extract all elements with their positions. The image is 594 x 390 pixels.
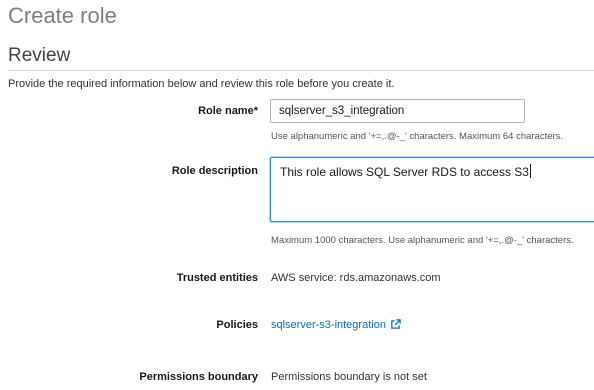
role-name-label-text: Role name <box>198 105 254 117</box>
role-description-hint: Maximum 1000 characters. Use alphanumeri… <box>271 235 574 246</box>
intro-text: Provide the required information below a… <box>8 78 395 90</box>
policy-link-text: sqlserver-s3-integration <box>271 319 386 331</box>
policy-link[interactable]: sqlserver-s3-integration <box>271 319 401 333</box>
permissions-boundary-value: Permissions boundary is not set <box>271 371 427 383</box>
page-title: Create role <box>8 3 117 28</box>
trusted-entities-label: Trusted entities <box>176 272 258 284</box>
required-marker: * <box>253 105 258 117</box>
policies-label: Policies <box>216 319 258 331</box>
trusted-entities-value: AWS service: rds.amazonaws.com <box>271 272 441 284</box>
role-description-label: Role description <box>171 165 258 177</box>
role-description-textarea[interactable]: This role allows SQL Server RDS to acces… <box>270 157 594 222</box>
role-description-value: This role allows SQL Server RDS to acces… <box>280 165 529 179</box>
section-divider <box>8 70 594 71</box>
section-title: Review <box>8 45 71 66</box>
role-name-hint: Use alphanumeric and '+=,.@-_' character… <box>271 131 564 142</box>
permissions-boundary-label: Permissions boundary <box>139 371 258 383</box>
text-caret <box>529 164 531 178</box>
external-link-icon <box>390 319 401 333</box>
role-name-label: Role name* <box>198 105 258 117</box>
role-name-input[interactable] <box>270 99 525 123</box>
